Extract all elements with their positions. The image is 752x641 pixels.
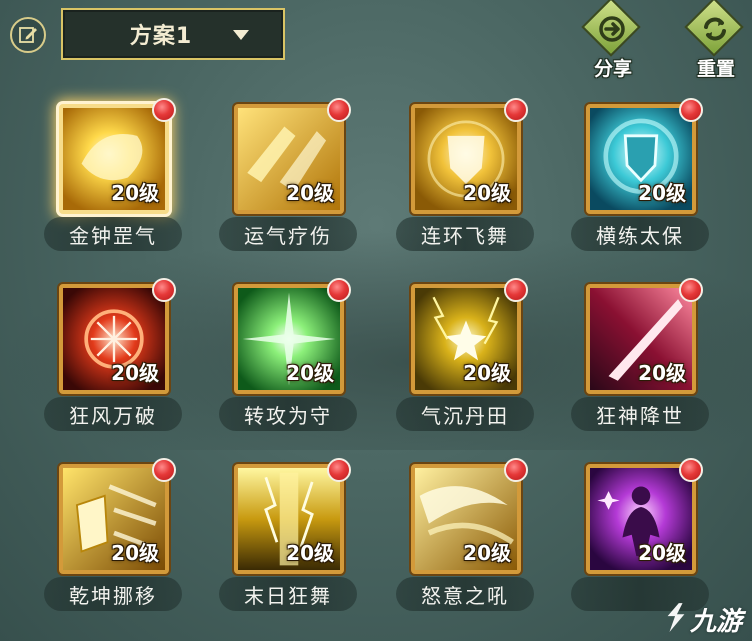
skill-icon-frame[interactable]: 20级 <box>586 284 696 394</box>
skill-name: 横练太保 <box>596 223 684 248</box>
skill-name: 末日狂舞 <box>244 583 332 608</box>
skill-name-pill: 横练太保 <box>571 217 709 251</box>
skill-slot[interactable]: 20级 怒意之吼 <box>396 458 564 614</box>
skill-name-pill: 气沉丹田 <box>396 397 534 431</box>
new-badge-dot-icon <box>679 278 703 302</box>
skill-name: 运气疗伤 <box>244 223 332 248</box>
skill-slot[interactable]: 20级 气沉丹田 <box>396 278 564 434</box>
watermark: 九游 <box>662 599 750 637</box>
new-badge-dot-icon <box>327 458 351 482</box>
skill-name-pill: 连环飞舞 <box>396 217 534 251</box>
new-badge-dot-icon <box>679 98 703 122</box>
skill-level: 20级 <box>286 541 334 565</box>
skill-name: 怒意之吼 <box>421 583 509 608</box>
skill-level: 20级 <box>638 181 686 205</box>
new-badge-dot-icon <box>152 278 176 302</box>
skill-icon-frame[interactable]: 20级 <box>234 284 344 394</box>
share-label: 分享 <box>593 58 632 80</box>
skill-name-pill: 狂神降世 <box>571 397 709 431</box>
skill-icon-frame[interactable]: 20级 <box>234 104 344 214</box>
chevron-down-icon <box>233 30 249 40</box>
skill-level: 20级 <box>638 361 686 385</box>
skill-level: 20级 <box>286 361 334 385</box>
skill-slot[interactable]: 20级 横练太保 <box>571 98 739 254</box>
skill-icon-frame[interactable]: 20级 <box>411 104 521 214</box>
skill-level: 20级 <box>463 181 511 205</box>
skill-name-pill: 运气疗伤 <box>219 217 357 251</box>
new-badge-dot-icon <box>327 278 351 302</box>
skill-icon-frame[interactable]: 20级 <box>59 464 169 574</box>
reset-label: 重置 <box>696 58 735 80</box>
skill-slot[interactable]: 20级 狂风万破 <box>44 278 212 434</box>
skill-level: 20级 <box>111 361 159 385</box>
watermark-text: 九游 <box>690 607 743 637</box>
skill-icon-frame[interactable]: 20级 <box>411 464 521 574</box>
skill-level: 20级 <box>111 541 159 565</box>
new-badge-dot-icon <box>504 278 528 302</box>
skill-slot[interactable]: 20级 连环飞舞 <box>396 98 564 254</box>
skill-slot[interactable]: 20级 狂神降世 <box>571 278 739 434</box>
new-badge-dot-icon <box>152 98 176 122</box>
skill-name-pill: 末日狂舞 <box>219 577 357 611</box>
skill-level: 20级 <box>638 541 686 565</box>
new-badge-dot-icon <box>679 458 703 482</box>
skill-name: 转攻为守 <box>244 403 332 428</box>
plan-dropdown-label: 方案1 <box>129 24 193 49</box>
skill-icon-frame[interactable]: 20级 <box>586 464 696 574</box>
plan-dropdown[interactable]: 方案1 <box>61 8 285 60</box>
skill-name: 狂风万破 <box>69 403 157 428</box>
skill-slot[interactable]: 20级 金钟罡气 <box>44 98 212 254</box>
skill-name: 金钟罡气 <box>69 223 157 248</box>
new-badge-dot-icon <box>327 98 351 122</box>
skill-name: 狂神降世 <box>596 403 684 428</box>
new-badge-dot-icon <box>504 458 528 482</box>
skill-level: 20级 <box>463 361 511 385</box>
skill-name: 乾坤挪移 <box>69 583 157 608</box>
skill-name-pill: 怒意之吼 <box>396 577 534 611</box>
skill-icon-frame[interactable]: 20级 <box>411 284 521 394</box>
skill-name-pill: 乾坤挪移 <box>44 577 182 611</box>
skill-slot[interactable]: 20级 运气疗伤 <box>219 98 387 254</box>
skill-icon-frame[interactable]: 20级 <box>586 104 696 214</box>
skill-icon-frame[interactable]: 20级 <box>59 104 169 214</box>
edit-icon[interactable] <box>10 17 46 53</box>
skill-slot[interactable]: 20级 <box>571 458 739 614</box>
skill-slot[interactable]: 20级 末日狂舞 <box>219 458 387 614</box>
skill-name: 连环飞舞 <box>421 223 509 248</box>
skill-level: 20级 <box>463 541 511 565</box>
skill-level: 20级 <box>111 181 159 205</box>
new-badge-dot-icon <box>152 458 176 482</box>
share-button[interactable]: 分享 <box>578 0 648 80</box>
reset-icon <box>704 17 726 41</box>
reset-button[interactable]: 重置 <box>681 0 751 80</box>
watermark-logo-icon <box>667 603 685 632</box>
skill-name-pill: 狂风万破 <box>44 397 182 431</box>
skill-name: 气沉丹田 <box>421 403 509 428</box>
skill-level: 20级 <box>286 181 334 205</box>
skill-icon-frame[interactable]: 20级 <box>234 464 344 574</box>
skill-name-pill: 转攻为守 <box>219 397 357 431</box>
skill-name-pill: 金钟罡气 <box>44 217 182 251</box>
pencil-square-icon <box>19 27 37 43</box>
share-icon <box>599 16 625 42</box>
skill-slot[interactable]: 20级 乾坤挪移 <box>44 458 212 614</box>
skill-icon-frame[interactable]: 20级 <box>59 284 169 394</box>
skill-slot[interactable]: 20级 转攻为守 <box>219 278 387 434</box>
new-badge-dot-icon <box>504 98 528 122</box>
